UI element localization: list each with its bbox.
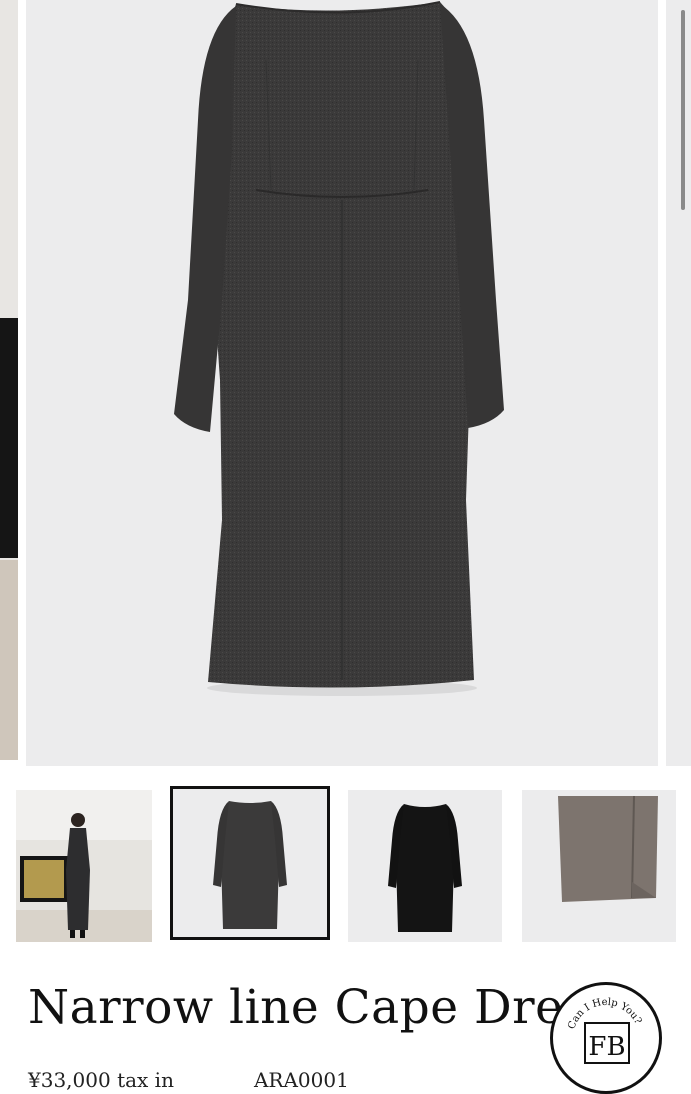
dress-illustration [174,1,504,696]
product-image-carousel[interactable] [0,0,691,768]
fabric-closeup-illustration [522,790,676,942]
previous-image-tv [0,318,18,558]
thumbnail-strip [0,786,691,948]
thumbnail-black-dress[interactable] [348,790,502,942]
model-photo-illustration [16,790,152,942]
thumbnail-model-photo[interactable] [16,790,152,942]
black-dress-illustration [348,790,502,942]
help-badge-icon: Can I Help You? FB [566,997,643,1064]
tax-note: tax in [117,1068,174,1092]
price-line: ¥33,000 tax in ARA0001 [28,1068,349,1092]
charcoal-dress-illustration [173,789,327,937]
sku: ARA0001 [253,1068,349,1092]
price: ¥33,000 [28,1068,111,1092]
help-chat-button[interactable]: Can I Help You? FB [550,982,662,1094]
help-badge-monogram: FB [588,1032,625,1062]
thumbnail-fabric-closeup[interactable] [522,790,676,942]
product-title: Narrow line Cape Dress [28,980,613,1035]
previous-image-floor [0,560,18,760]
scrollbar[interactable] [681,10,685,210]
help-badge-text: Can I Help You? [566,997,643,1031]
previous-image-peek[interactable] [0,0,18,760]
main-product-image[interactable] [26,0,658,766]
thumbnail-charcoal-dress[interactable] [170,786,330,940]
next-image-peek[interactable] [666,0,691,766]
